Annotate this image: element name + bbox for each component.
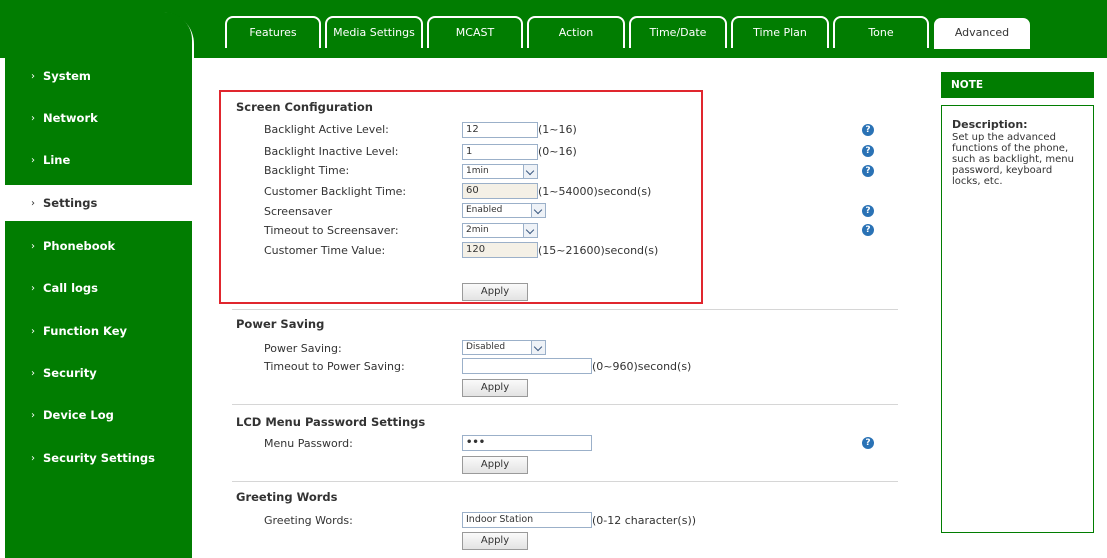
sidebar-item-label: Line: [43, 153, 71, 167]
power-saving-label: Power Saving:: [264, 342, 342, 355]
greeting-words-label: Greeting Words:: [264, 514, 353, 527]
divider: [232, 309, 898, 310]
customer-time-field[interactable]: 120: [462, 242, 538, 258]
menu-password-label: Menu Password:: [264, 437, 353, 450]
sidebar-item-label: Security Settings: [43, 451, 155, 465]
timeout-screensaver-select[interactable]: 2min: [462, 223, 538, 238]
sidebar-top: [5, 12, 192, 60]
tab-features[interactable]: Features: [225, 16, 321, 48]
screensaver-select[interactable]: Enabled: [462, 203, 546, 218]
timeout-screensaver-value: 2min: [466, 225, 489, 235]
help-icon[interactable]: ?: [862, 224, 874, 236]
chevron-right-icon: ›: [31, 197, 35, 209]
chevron-down-icon: [523, 165, 537, 178]
sidebar-item-function-key[interactable]: › Function Key: [5, 313, 192, 349]
screensaver-value: Enabled: [466, 205, 503, 215]
section-title-power-saving: Power Saving: [236, 317, 325, 331]
chevron-right-icon: ›: [31, 367, 35, 379]
chevron-right-icon: ›: [31, 325, 35, 337]
sidebar-item-label: Security: [43, 366, 97, 380]
chevron-right-icon: ›: [31, 70, 35, 82]
sidebar-item-label: Function Key: [43, 324, 128, 338]
backlight-active-label: Backlight Active Level:: [264, 123, 389, 136]
divider: [232, 404, 898, 405]
note-header: NOTE: [941, 72, 1094, 98]
help-icon[interactable]: ?: [862, 124, 874, 136]
backlight-inactive-label: Backlight Inactive Level:: [264, 145, 399, 158]
sidebar-item-system[interactable]: › System: [5, 58, 192, 94]
backlight-active-hint: (1~16): [538, 123, 577, 136]
backlight-active-field[interactable]: 12: [462, 122, 538, 138]
sidebar-item-security[interactable]: › Security: [5, 355, 192, 391]
screensaver-label: Screensaver: [264, 205, 333, 218]
backlight-time-select[interactable]: 1min: [462, 164, 538, 179]
note-title: Description:: [952, 118, 1028, 131]
timeout-screensaver-label: Timeout to Screensaver:: [264, 224, 399, 237]
timeout-power-saving-field[interactable]: [462, 358, 592, 374]
customer-backlight-hint: (1~54000)second(s): [538, 185, 652, 198]
sidebar-item-network[interactable]: › Network: [5, 100, 192, 136]
sidebar-item-label: Phonebook: [43, 239, 116, 253]
tab-advanced[interactable]: Advanced: [933, 17, 1031, 49]
backlight-time-label: Backlight Time:: [264, 164, 350, 177]
sidebar-item-settings[interactable]: › Settings: [5, 185, 192, 221]
chevron-right-icon: ›: [31, 282, 35, 294]
sidebar-item-line[interactable]: › Line: [5, 142, 192, 178]
section-title-screen-configuration: Screen Configuration: [236, 100, 373, 114]
chevron-right-icon: ›: [31, 240, 35, 252]
chevron-down-icon: [531, 204, 545, 217]
sidebar-item-label: Settings: [43, 196, 98, 210]
tab-time-plan[interactable]: Time Plan: [731, 16, 829, 48]
sidebar-item-call-logs[interactable]: › Call logs: [5, 270, 192, 306]
power-saving-select[interactable]: Disabled: [462, 340, 546, 355]
tab-mcast[interactable]: MCAST: [427, 16, 523, 48]
note-description: Set up the advanced functions of the pho…: [952, 132, 1074, 187]
apply-button[interactable]: Apply: [462, 456, 528, 474]
sidebar-item-label: System: [43, 69, 91, 83]
greeting-words-field[interactable]: Indoor Station: [462, 512, 592, 528]
tab-media-settings[interactable]: Media Settings: [325, 16, 423, 48]
menu-password-field[interactable]: •••: [462, 435, 592, 451]
chevron-down-icon: [523, 224, 537, 237]
chevron-right-icon: ›: [31, 154, 35, 166]
backlight-inactive-hint: (0~16): [538, 145, 577, 158]
customer-backlight-label: Customer Backlight Time:: [264, 185, 407, 198]
sidebar-item-label: Call logs: [43, 281, 99, 295]
chevron-down-icon: [531, 341, 545, 354]
sidebar-item-label: Device Log: [43, 408, 114, 422]
chevron-right-icon: ›: [31, 452, 35, 464]
timeout-power-saving-hint: (0~960)second(s): [592, 360, 692, 373]
sidebar: › System › Network › Line › Settings › Phoneb…: [5, 58, 192, 558]
help-icon[interactable]: ?: [862, 205, 874, 217]
backlight-inactive-field[interactable]: 1: [462, 144, 538, 160]
sidebar-item-security-settings[interactable]: › Security Settings: [5, 440, 192, 476]
apply-button[interactable]: Apply: [462, 532, 528, 550]
chevron-right-icon: ›: [31, 409, 35, 421]
divider: [232, 481, 898, 482]
section-title-lcd-password: LCD Menu Password Settings: [236, 415, 426, 429]
tab-action[interactable]: Action: [527, 16, 625, 48]
backlight-time-value: 1min: [466, 166, 489, 176]
greeting-words-hint: (0-12 character(s)): [592, 514, 697, 527]
apply-button[interactable]: Apply: [462, 379, 528, 397]
customer-backlight-field[interactable]: 60: [462, 183, 538, 199]
section-title-greeting-words: Greeting Words: [236, 490, 338, 504]
help-icon[interactable]: ?: [862, 165, 874, 177]
tab-tone[interactable]: Tone: [833, 16, 929, 48]
chevron-right-icon: ›: [31, 112, 35, 124]
power-saving-value: Disabled: [466, 342, 506, 352]
sidebar-item-phonebook[interactable]: › Phonebook: [5, 228, 192, 264]
customer-time-hint: (15~21600)second(s): [538, 244, 659, 257]
sidebar-item-device-log[interactable]: › Device Log: [5, 397, 192, 433]
note-panel: Description: Set up the advanced functio…: [941, 105, 1094, 533]
apply-button[interactable]: Apply: [462, 283, 528, 301]
help-icon[interactable]: ?: [862, 145, 874, 157]
customer-time-label: Customer Time Value:: [264, 244, 386, 257]
timeout-power-saving-label: Timeout to Power Saving:: [264, 360, 405, 373]
help-icon[interactable]: ?: [862, 437, 874, 449]
sidebar-item-label: Network: [43, 111, 98, 125]
tab-time-date[interactable]: Time/Date: [629, 16, 727, 48]
